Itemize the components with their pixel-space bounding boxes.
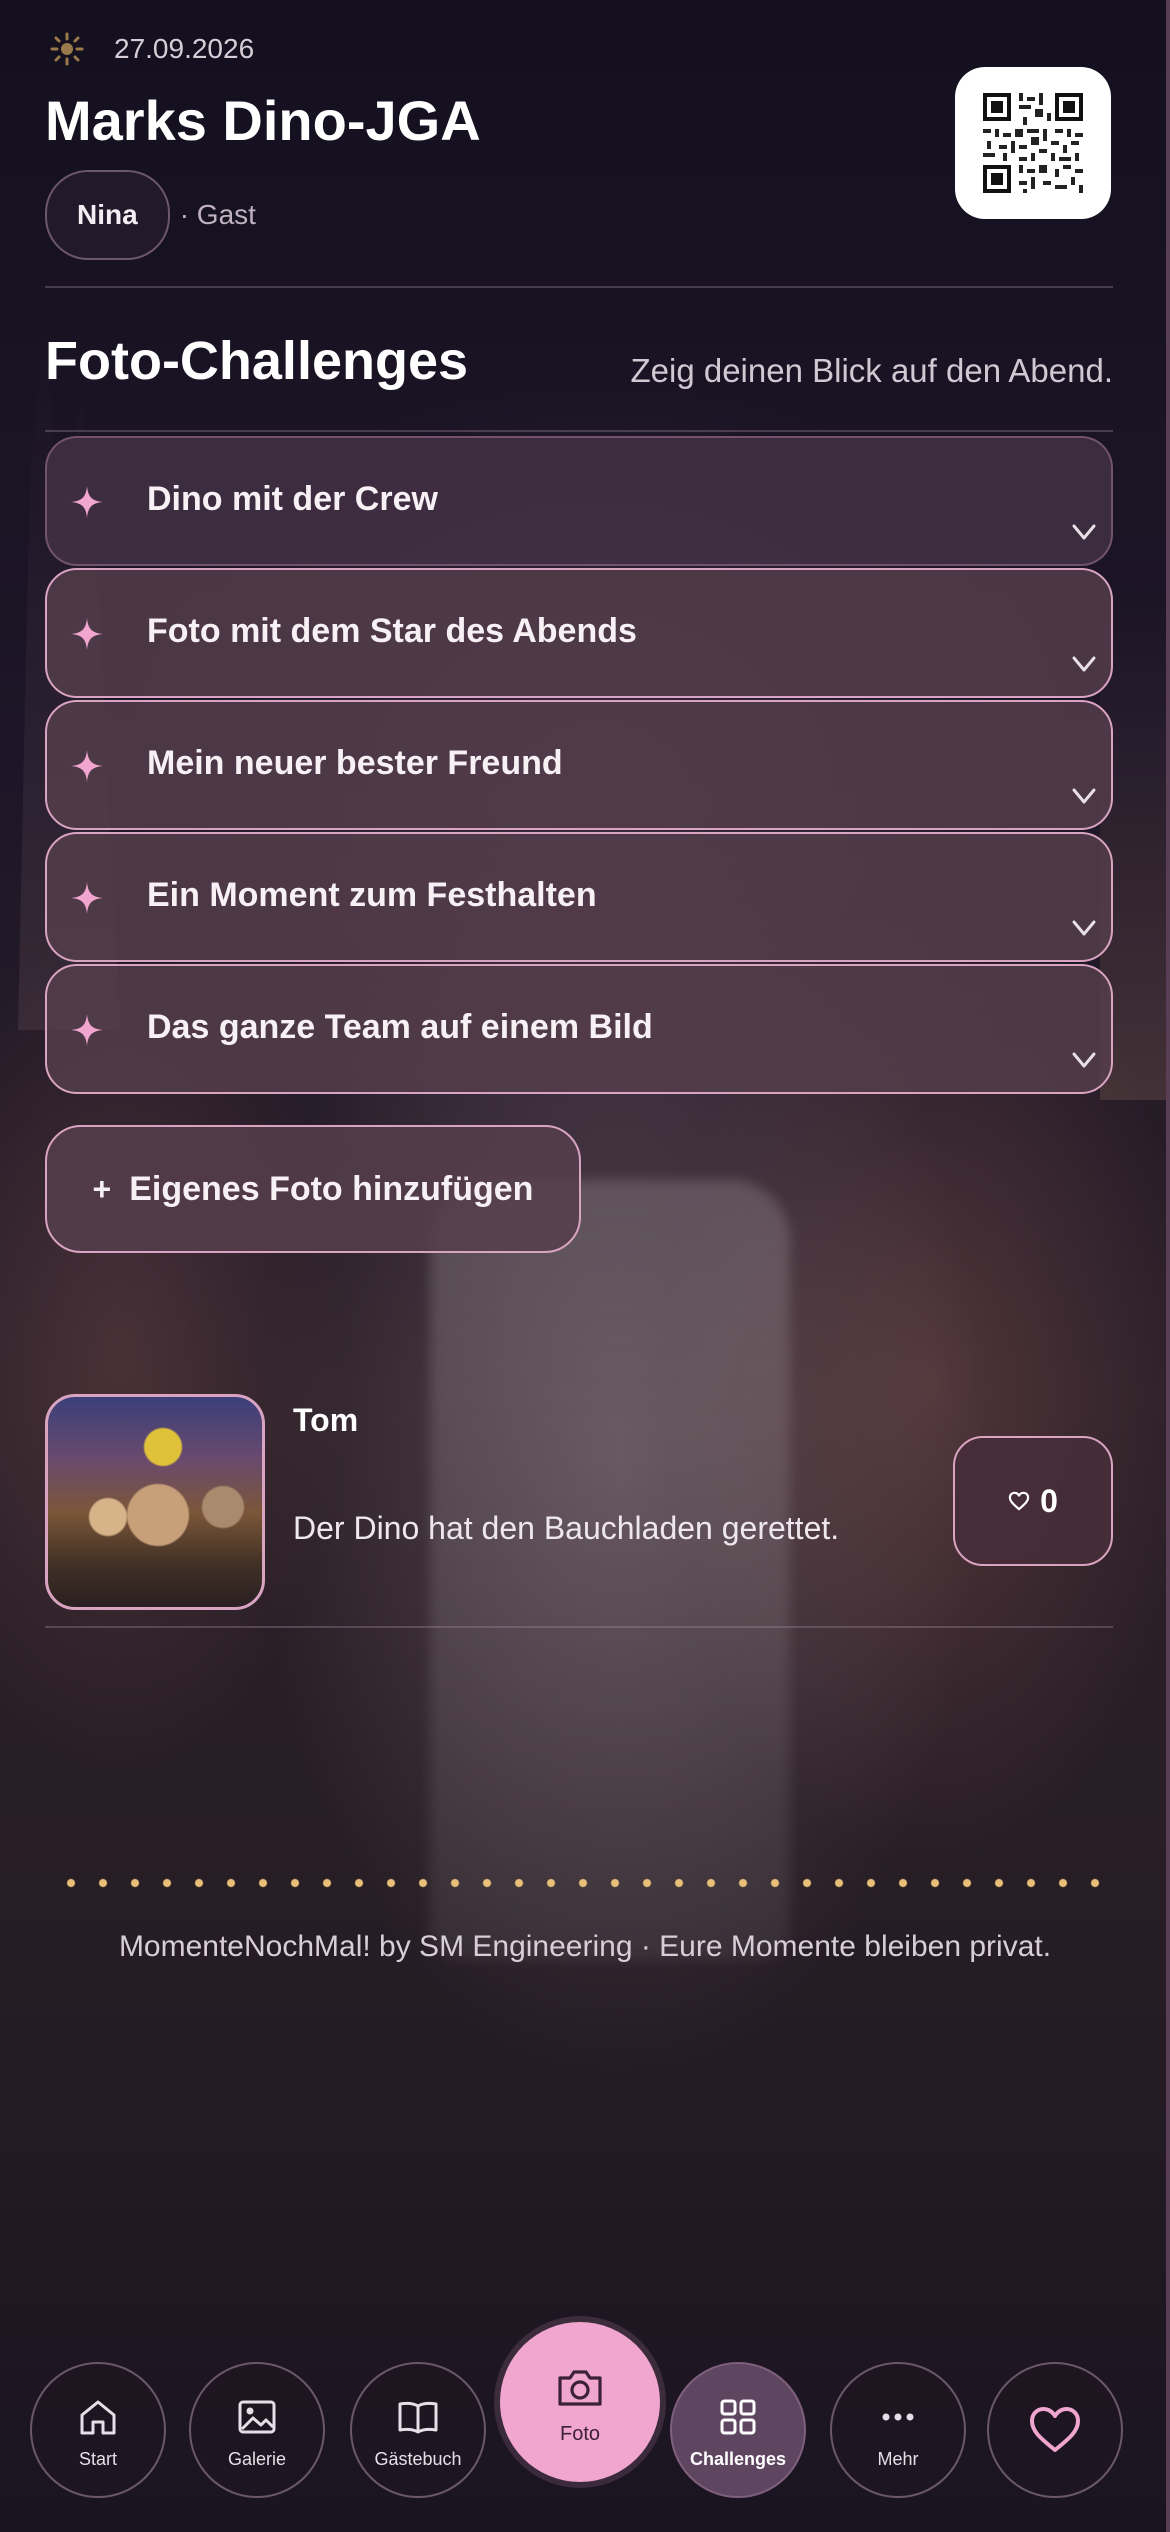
challenge-label: Mein neuer bester Freund: [147, 744, 563, 782]
challenge-item[interactable]: Foto mit dem Star des Abends: [45, 568, 1113, 698]
nav-foto-button[interactable]: Foto: [500, 2322, 660, 2482]
challenge-label: Foto mit dem Star des Abends: [147, 612, 637, 650]
nav-label: Galerie: [227, 2448, 287, 2469]
sun-icon: [50, 32, 84, 66]
challenge-label: Dino mit der Crew: [147, 480, 438, 518]
challenge-label: Ein Moment zum Festhalten: [147, 876, 597, 914]
nav-gaestebuch[interactable]: Gästebuch: [350, 2362, 486, 2498]
challenge-item[interactable]: Dino mit der Crew: [45, 436, 1113, 566]
challenge-label: Das ganze Team auf einem Bild: [147, 1008, 653, 1046]
qr-code-icon: [983, 93, 1083, 193]
section-divider: [45, 430, 1113, 432]
book-icon: [398, 2401, 438, 2433]
sparkle-icon: [71, 618, 103, 650]
grid-icon: [720, 2399, 756, 2434]
sparkle-icon: [71, 882, 103, 914]
nav-label: Gästebuch: [374, 2448, 462, 2469]
user-role: · Gast: [179, 199, 256, 230]
entry-author: Tom: [293, 1402, 359, 1438]
entry-photo-thumbnail[interactable]: [45, 1394, 265, 1610]
nav-label: Mehr: [877, 2448, 919, 2469]
nav-galerie[interactable]: Galerie: [189, 2362, 325, 2498]
nav-label: Start: [78, 2448, 117, 2469]
user-name-chip[interactable]: Nina: [45, 170, 170, 260]
plus-icon: +: [92, 1170, 112, 1207]
challenge-item[interactable]: Das ganze Team auf einem Bild: [45, 964, 1113, 1094]
heart-icon: [1030, 2407, 1080, 2452]
add-own-photo-label: Eigenes Foto hinzufügen: [129, 1169, 534, 1208]
qr-code-button[interactable]: [955, 67, 1111, 219]
heart-outline-icon: [1008, 1491, 1030, 1511]
nav-challenges[interactable]: Challenges: [670, 2362, 806, 2498]
chevron-down-icon: [1072, 656, 1096, 672]
footer-text: MomenteNochMal! by SM Engineering · Eure…: [118, 1930, 1052, 1963]
sparkle-icon: [71, 1014, 103, 1046]
event-title: Marks Dino-JGA: [45, 89, 481, 152]
section-title: Foto-Challenges: [45, 331, 469, 391]
challenge-item[interactable]: Mein neuer bester Freund: [45, 700, 1113, 830]
nav-start[interactable]: Start: [30, 2362, 166, 2498]
like-button[interactable]: 0: [953, 1436, 1113, 1566]
chevron-down-icon: [1072, 788, 1096, 804]
user-row: Nina · Gast: [45, 170, 256, 260]
event-date: 27.09.2026: [114, 33, 255, 64]
nav-label: Foto: [559, 2422, 601, 2445]
image-icon: [238, 2400, 276, 2433]
nav-label: Challenges: [689, 2448, 787, 2469]
more-icon: [882, 2413, 914, 2420]
challenge-item[interactable]: Ein Moment zum Festhalten: [45, 832, 1113, 962]
add-own-photo-button[interactable]: + Eigenes Foto hinzufügen: [45, 1125, 581, 1253]
nav-favorites[interactable]: [987, 2362, 1123, 2498]
entry-divider: [45, 1626, 1113, 1628]
nav-mehr[interactable]: Mehr: [830, 2362, 966, 2498]
sparkle-icon: [71, 750, 103, 782]
like-count: 0: [1040, 1482, 1058, 1519]
chevron-down-icon: [1072, 1052, 1096, 1068]
chevron-down-icon: [1072, 524, 1096, 540]
section-subtitle: Zeig deinen Blick auf den Abend.: [630, 352, 1113, 389]
home-icon: [80, 2400, 116, 2434]
date-row: 27.09.2026: [50, 32, 254, 66]
camera-icon: [558, 2369, 602, 2406]
page-edge: [1166, 0, 1170, 2532]
chevron-down-icon: [1072, 920, 1096, 936]
dotted-separator: [55, 1878, 1115, 1888]
header-divider: [45, 286, 1113, 288]
entry-caption: Der Dino hat den Bauchladen gerettet.: [293, 1510, 840, 1546]
sparkle-icon: [71, 486, 103, 518]
